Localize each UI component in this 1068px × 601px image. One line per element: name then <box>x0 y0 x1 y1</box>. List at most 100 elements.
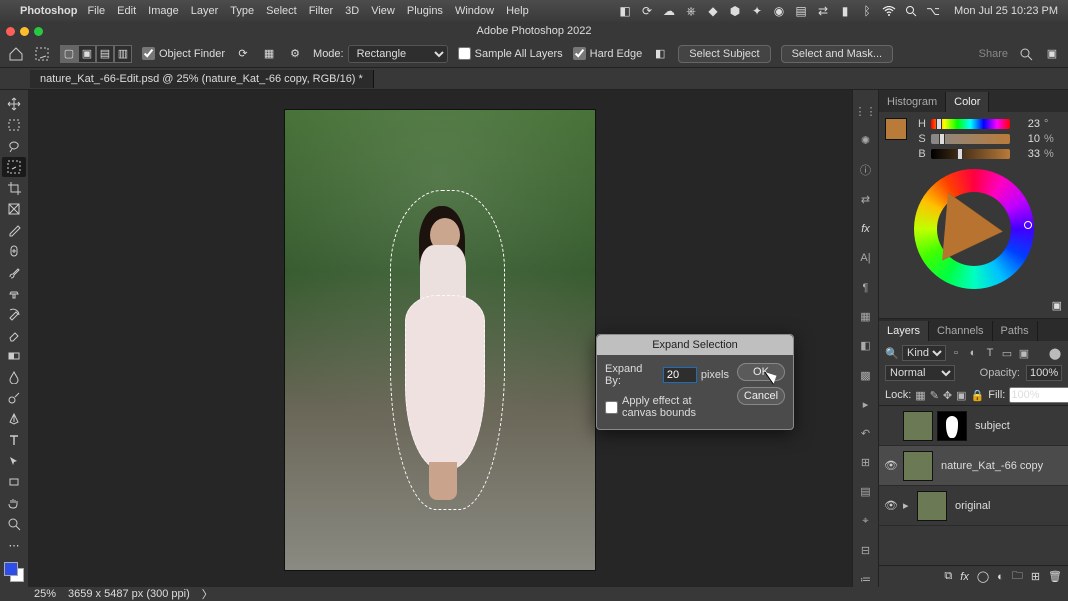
menu-layer[interactable]: Layer <box>191 5 219 17</box>
adjustment-layer-icon[interactable]: ◐ <box>997 571 1004 583</box>
intersect-selection-icon[interactable]: ▥ <box>114 45 132 63</box>
character-panel-icon[interactable]: A| <box>857 251 875 266</box>
layer-row[interactable]: 👁 nature_Kat_-66 copy <box>879 446 1068 486</box>
filter-kind-select[interactable]: Kind <box>902 345 946 361</box>
tray-icon[interactable]: ✦ <box>750 4 764 18</box>
opacity-input[interactable] <box>1026 365 1062 381</box>
dodge-tool-icon[interactable] <box>2 388 26 408</box>
tray-icon[interactable]: ◉ <box>772 4 786 18</box>
hue-ring-handle[interactable] <box>1024 221 1032 229</box>
menu-image[interactable]: Image <box>148 5 179 17</box>
layer-name[interactable]: original <box>951 500 1064 512</box>
libraries-panel-icon[interactable]: ▤ <box>857 484 875 499</box>
select-and-mask-button[interactable]: Select and Mask... <box>781 45 894 63</box>
history-panel-icon[interactable]: ↶ <box>857 426 875 441</box>
filter-adjust-icon[interactable]: ◐ <box>966 346 980 360</box>
move-tool-icon[interactable] <box>2 94 26 114</box>
menu-type[interactable]: Type <box>230 5 254 17</box>
tray-icon[interactable]: ◆ <box>706 4 720 18</box>
show-all-icon[interactable]: ▦ <box>261 46 277 62</box>
layer-thumbnail[interactable] <box>903 411 933 441</box>
refresh-icon[interactable]: ⟳ <box>235 46 251 62</box>
menu-view[interactable]: View <box>371 5 395 17</box>
tray-icon[interactable]: ⎈ <box>684 4 698 18</box>
path-selection-tool-icon[interactable] <box>2 451 26 471</box>
pen-tool-icon[interactable] <box>2 409 26 429</box>
layer-name[interactable]: nature_Kat_-66 copy <box>937 460 1064 472</box>
crop-tool-icon[interactable] <box>2 178 26 198</box>
color-tab[interactable]: Color <box>946 92 989 112</box>
layer-mask-icon[interactable]: ◯ <box>977 570 989 583</box>
hue-slider[interactable] <box>931 119 1010 129</box>
histogram-tab[interactable]: Histogram <box>879 92 946 112</box>
cancel-button[interactable]: Cancel <box>737 387 785 405</box>
group-icon[interactable]: 🗀 <box>1012 567 1023 586</box>
styles-panel-icon[interactable]: fx <box>857 222 875 237</box>
layer-row[interactable]: subject <box>879 406 1068 446</box>
sat-slider[interactable] <box>931 134 1010 144</box>
color-swatches[interactable] <box>4 562 24 582</box>
menu-plugins[interactable]: Plugins <box>407 5 443 17</box>
type-tool-icon[interactable] <box>2 430 26 450</box>
search-icon[interactable]: 🔍 <box>885 346 899 360</box>
brushes-panel-icon[interactable]: ⋮⋮ <box>857 104 875 119</box>
object-selection-tool-icon[interactable] <box>2 157 26 177</box>
hue-value[interactable]: 23 <box>1014 118 1040 130</box>
lasso-tool-icon[interactable] <box>2 136 26 156</box>
layers-tab[interactable]: Layers <box>879 321 929 341</box>
color-wheel[interactable] <box>914 169 1034 289</box>
visibility-toggle[interactable]: 👁 <box>883 459 899 472</box>
filter-type-icon[interactable]: T <box>983 346 997 360</box>
edit-toolbar-icon[interactable]: ⋯ <box>2 535 26 555</box>
paragraph-panel-icon[interactable]: ¶ <box>857 280 875 295</box>
healing-brush-tool-icon[interactable] <box>2 241 26 261</box>
clock[interactable]: Mon Jul 25 10:23 PM <box>954 5 1058 17</box>
menu-filter[interactable]: Filter <box>309 5 333 17</box>
filter-shape-icon[interactable]: ▭ <box>1000 346 1014 360</box>
filter-smart-icon[interactable]: ▣ <box>1017 346 1031 360</box>
delete-layer-icon[interactable]: 🗑 <box>1048 570 1062 583</box>
menu-help[interactable]: Help <box>506 5 529 17</box>
ok-button[interactable]: OK <box>737 363 785 381</box>
select-subject-button[interactable]: Select Subject <box>678 45 770 63</box>
new-selection-icon[interactable]: ▢ <box>60 45 78 63</box>
clone-stamp-tool-icon[interactable] <box>2 283 26 303</box>
layer-mask-thumbnail[interactable] <box>937 411 967 441</box>
sat-value[interactable]: 10 <box>1014 133 1040 145</box>
visibility-toggle[interactable]: 👁 <box>883 499 899 512</box>
patterns-panel-icon[interactable]: ▩ <box>857 368 875 383</box>
add-selection-icon[interactable]: ▣ <box>78 45 96 63</box>
blend-mode-select[interactable]: Normal <box>885 365 955 381</box>
menu-3d[interactable]: 3D <box>345 5 359 17</box>
navigator-panel-icon[interactable]: ⌖ <box>857 513 875 528</box>
expand-by-input[interactable] <box>663 367 697 383</box>
eyedropper-tool-icon[interactable] <box>2 220 26 240</box>
info-panel-icon[interactable]: ⓘ <box>857 162 875 178</box>
gradient-tool-icon[interactable] <box>2 346 26 366</box>
wifi-icon[interactable] <box>882 4 896 18</box>
document-canvas[interactable] <box>285 110 595 570</box>
document-tab[interactable]: nature_Kat_-66-Edit.psd @ 25% (nature_Ka… <box>30 70 374 88</box>
hard-edge-checkbox[interactable] <box>573 47 586 60</box>
doc-info-caret-icon[interactable]: 〉 <box>202 586 213 601</box>
tray-icon[interactable]: ☁ <box>662 4 676 18</box>
home-icon[interactable] <box>8 46 24 62</box>
layer-style-icon[interactable]: fx <box>960 571 969 583</box>
menu-select[interactable]: Select <box>266 5 297 17</box>
tray-icon[interactable]: ▤ <box>794 4 808 18</box>
subtract-selection-icon[interactable]: ▤ <box>96 45 114 63</box>
tray-icon[interactable]: ⇄ <box>816 4 830 18</box>
eraser-tool-icon[interactable] <box>2 325 26 345</box>
new-layer-icon[interactable]: ⊞ <box>1031 570 1040 583</box>
close-window-button[interactable] <box>6 27 15 36</box>
fill-input[interactable] <box>1009 387 1068 403</box>
menu-file[interactable]: File <box>87 5 105 17</box>
adjustments-panel-icon[interactable]: ⇄ <box>857 192 875 207</box>
filter-pixel-icon[interactable]: ▫ <box>949 346 963 360</box>
foreground-color-swatch[interactable] <box>885 118 907 140</box>
lock-position-icon[interactable]: ✥ <box>943 388 952 402</box>
hand-tool-icon[interactable] <box>2 493 26 513</box>
paths-tab[interactable]: Paths <box>993 321 1038 341</box>
blur-tool-icon[interactable] <box>2 367 26 387</box>
menu-window[interactable]: Window <box>455 5 494 17</box>
